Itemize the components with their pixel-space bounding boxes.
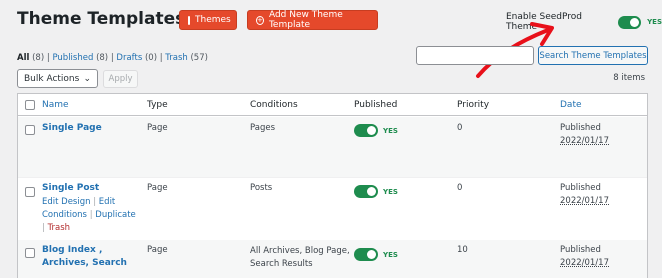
row-priority: 10: [457, 245, 468, 255]
row-date: Published 2022/01/17: [560, 244, 609, 270]
page-title: Theme Templates ?: [17, 9, 202, 29]
row-title-link[interactable]: Single Page: [42, 122, 102, 135]
themes-icon: [188, 15, 190, 25]
select-all-checkbox[interactable]: [25, 100, 35, 110]
search-theme-templates-button[interactable]: Search Theme Templates: [538, 46, 648, 65]
row-title-link[interactable]: Single Post: [42, 182, 99, 195]
filter-drafts[interactable]: Drafts: [116, 53, 142, 63]
row-title-link[interactable]: Blog Index , Archives, Search: [42, 244, 127, 270]
status-filters: All (8) | Published (8) | Drafts (0) | T…: [17, 53, 208, 63]
filter-all[interactable]: All: [17, 53, 29, 63]
row-priority: 0: [457, 183, 463, 193]
column-published: Published: [354, 100, 398, 110]
action-sep: |: [89, 210, 93, 220]
filter-sep: |: [159, 53, 163, 63]
row-published: YES: [354, 248, 398, 261]
row-priority: 0: [457, 123, 463, 133]
row-published: YES: [354, 124, 398, 137]
action-sep: |: [93, 197, 97, 207]
action-sep: |: [42, 223, 45, 233]
add-button-label: Add New Theme Template: [268, 10, 343, 30]
published-toggle[interactable]: [354, 185, 378, 198]
row-conditions: Posts: [250, 183, 273, 193]
plus-circle-icon: +: [256, 15, 264, 25]
items-count: 8 items: [613, 73, 645, 83]
column-date[interactable]: Date: [560, 100, 582, 110]
row-actions: Edit Design | Edit Conditions | Duplicat…: [42, 196, 136, 235]
templates-table: Name Type Conditions Published Priority …: [17, 93, 648, 278]
filter-sep: |: [110, 53, 114, 63]
row-date-value: 2022/01/17: [560, 196, 609, 206]
table-row: Single Post Edit Design | Edit Condition…: [18, 179, 647, 240]
row-conditions-line: All Archives, Blog Page,: [250, 246, 350, 256]
published-toggle[interactable]: [354, 124, 378, 137]
filter-trash[interactable]: Trash: [165, 53, 187, 63]
filter-drafts-count: (0): [144, 53, 158, 63]
published-state: YES: [383, 126, 398, 135]
filter-published-count: (8): [96, 53, 109, 63]
row-title-line: Archives, Search: [42, 258, 127, 268]
row-type: Page: [147, 123, 168, 133]
row-conditions: Pages: [250, 123, 276, 133]
row-date: Published 2022/01/17: [560, 182, 609, 208]
edit-design-link[interactable]: Edit Design: [42, 197, 91, 207]
published-toggle[interactable]: [354, 248, 378, 261]
row-type: Page: [147, 245, 168, 255]
search-input[interactable]: [416, 46, 534, 65]
duplicate-link[interactable]: Duplicate: [95, 210, 136, 220]
row-published: YES: [354, 185, 398, 198]
chevron-down-icon: ⌄: [83, 73, 91, 84]
row-date-status: Published: [560, 123, 601, 133]
table-row: Blog Index , Archives, Search Page All A…: [18, 240, 647, 278]
themes-button[interactable]: Themes: [179, 10, 237, 30]
edit-conditions-link[interactable]: Edit: [99, 197, 115, 207]
row-date-value: 2022/01/17: [560, 258, 609, 268]
column-name[interactable]: Name: [42, 100, 69, 110]
published-state: YES: [383, 187, 398, 196]
enable-theme-toggle[interactable]: [617, 15, 642, 29]
row-conditions: All Archives, Blog Page, Search Results: [250, 245, 350, 271]
table-row: Single Page Page Pages YES 0 Published 2…: [18, 117, 647, 178]
row-checkbox[interactable]: [25, 248, 35, 258]
row-title-line: Blog Index ,: [42, 245, 103, 255]
row-date-status: Published: [560, 245, 601, 255]
enable-state: YES: [647, 18, 662, 26]
row-date: Published 2022/01/17: [560, 122, 609, 148]
column-priority: Priority: [457, 100, 490, 110]
row-checkbox[interactable]: [25, 187, 35, 197]
row-checkbox[interactable]: [25, 125, 35, 135]
trash-link[interactable]: Trash: [48, 223, 70, 233]
row-conditions-line: Search Results: [250, 259, 313, 269]
filter-trash-count: (57): [190, 53, 208, 63]
row-date-status: Published: [560, 183, 601, 193]
bulk-actions-value: Bulk Actions: [24, 73, 80, 84]
edit-conditions-link-cont[interactable]: Conditions: [42, 210, 87, 220]
column-conditions: Conditions: [250, 100, 298, 110]
published-state: YES: [383, 250, 398, 259]
row-date-value: 2022/01/17: [560, 136, 609, 146]
themes-button-label: Themes: [195, 15, 231, 25]
filter-sep: |: [46, 53, 50, 63]
bulk-actions-select[interactable]: Bulk Actions ⌄: [17, 69, 98, 88]
filter-all-count: (8): [32, 53, 45, 63]
table-header: Name Type Conditions Published Priority …: [18, 94, 647, 116]
page-title-text: Theme Templates: [17, 9, 186, 29]
filter-published[interactable]: Published: [52, 53, 93, 63]
add-new-theme-template-button[interactable]: + Add New Theme Template: [247, 10, 378, 30]
column-type: Type: [147, 100, 168, 110]
row-type: Page: [147, 183, 168, 193]
apply-button[interactable]: Apply: [103, 70, 138, 88]
